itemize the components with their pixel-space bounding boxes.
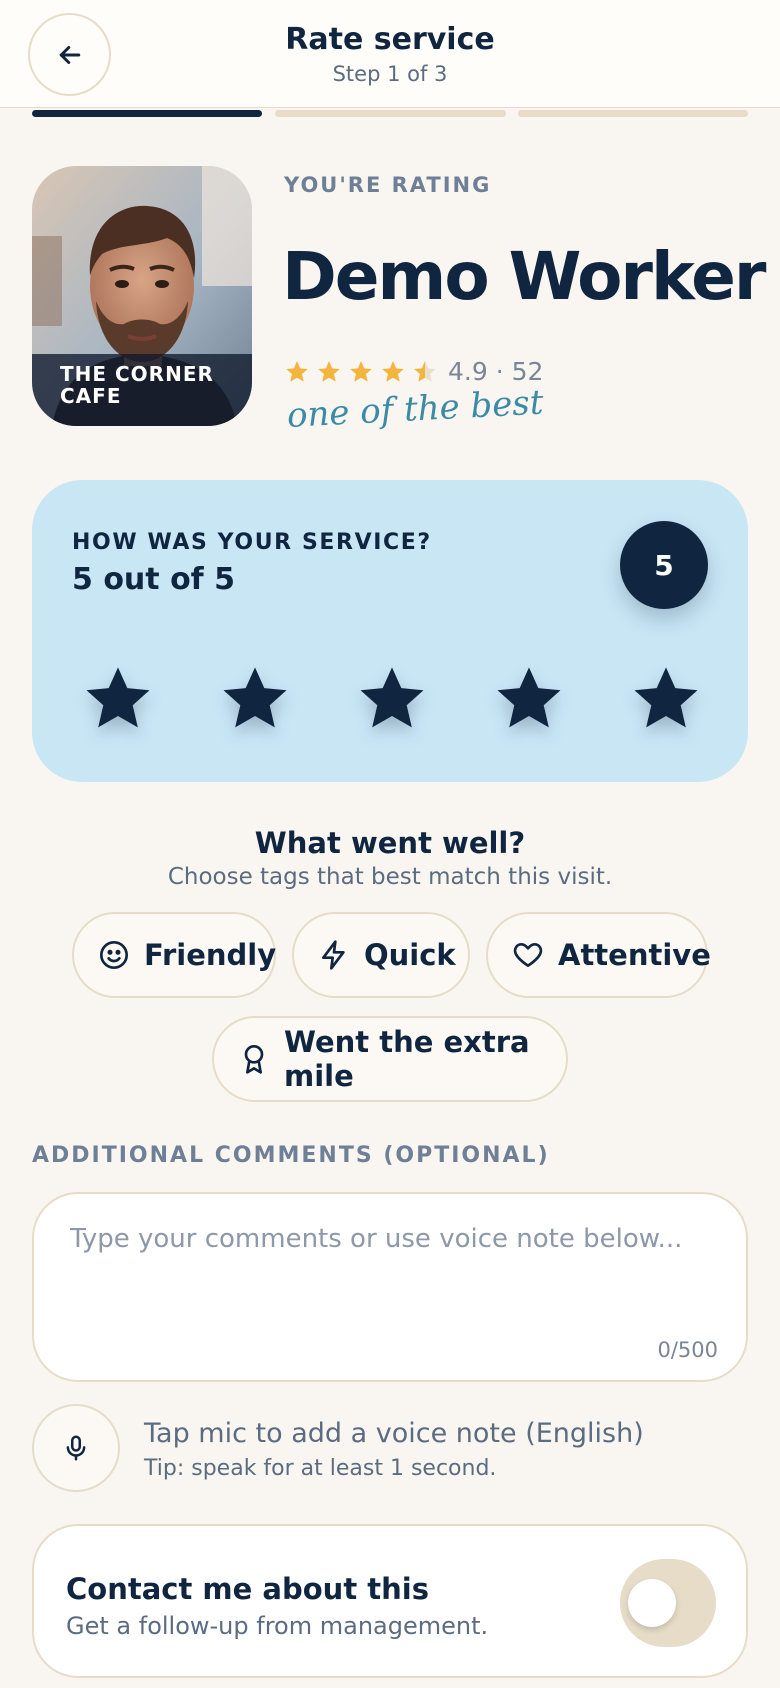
star-5-icon[interactable] [630, 662, 702, 734]
voice-note-instruction: Tap mic to add a voice note (English) [144, 1418, 644, 1449]
star-half-icon [414, 361, 436, 382]
comments-input[interactable] [70, 1224, 710, 1254]
tag-label: Went the extra mile [284, 1025, 530, 1093]
comments-field: 0/500 [32, 1192, 748, 1382]
voice-note-tip: Tip: speak for at least 1 second. [144, 1456, 497, 1481]
service-rating-card: HOW WAS YOUR SERVICE? 5 out of 5 5 [32, 480, 748, 782]
score-badge: 5 [620, 521, 708, 609]
heart-icon [513, 943, 543, 967]
star-icon [286, 361, 308, 382]
service-question: HOW WAS YOUR SERVICE? [72, 530, 432, 555]
worker-photo: THE CORNER CAFE [32, 166, 252, 426]
worker-rating-stars [284, 359, 438, 385]
award-icon [244, 1045, 264, 1074]
went-well-title: What went well? [254, 826, 526, 860]
contact-card: Contact me about this Get a follow-up fr… [32, 1524, 748, 1678]
star-icon [318, 361, 340, 382]
contact-title: Contact me about this [66, 1572, 429, 1606]
lightning-icon [322, 940, 345, 970]
comments-label: ADDITIONAL COMMENTS (OPTIONAL) [32, 1143, 550, 1168]
step-indicator: Step 1 of 3 [332, 62, 448, 86]
worker-tagline: one of the best [285, 382, 545, 436]
voice-note-button[interactable] [32, 1404, 120, 1492]
page-title: Rate service [285, 22, 495, 57]
tag-quick[interactable]: Quick [292, 912, 470, 998]
progress-segment-1 [32, 110, 262, 117]
smile-icon [100, 941, 128, 969]
tag-label: Quick [364, 938, 456, 972]
workplace-name-line1: THE CORNER [60, 362, 214, 386]
character-counter: 0/500 [657, 1338, 718, 1362]
star-1-icon[interactable] [82, 662, 154, 734]
star-2-icon[interactable] [219, 662, 291, 734]
progress-segment-2 [275, 110, 506, 117]
worker-rating-summary: 4.9 · 52 [448, 357, 544, 386]
star-icon [350, 361, 372, 382]
header: Rate service Step 1 of 3 [0, 0, 780, 108]
contact-toggle[interactable] [620, 1559, 716, 1647]
worker-name: Demo Worker [282, 238, 766, 315]
tag-went-the-extra-mile[interactable]: Went the extra mile [212, 1016, 568, 1102]
workplace-badge: THE CORNER CAFE [32, 354, 252, 426]
service-score-text: 5 out of 5 [72, 562, 236, 597]
progress-segment-3 [518, 110, 748, 117]
contact-subtitle: Get a follow-up from management. [66, 1612, 489, 1640]
star-4-icon[interactable] [493, 662, 565, 734]
star-3-icon[interactable] [356, 662, 428, 734]
star-rating-input [82, 662, 702, 734]
tag-attentive[interactable]: Attentive [486, 912, 711, 998]
workplace-name-line2: CAFE [60, 384, 122, 408]
tag-label: Friendly [144, 938, 277, 972]
went-well-subtitle: Choose tags that best match this visit. [167, 864, 613, 890]
star-icon [382, 361, 404, 382]
toggle-knob [628, 1579, 676, 1627]
microphone-icon [66, 1435, 86, 1461]
tag-friendly[interactable]: Friendly [72, 912, 276, 998]
rating-kicker: YOU'RE RATING [284, 173, 492, 197]
tag-label: Attentive [558, 938, 711, 972]
